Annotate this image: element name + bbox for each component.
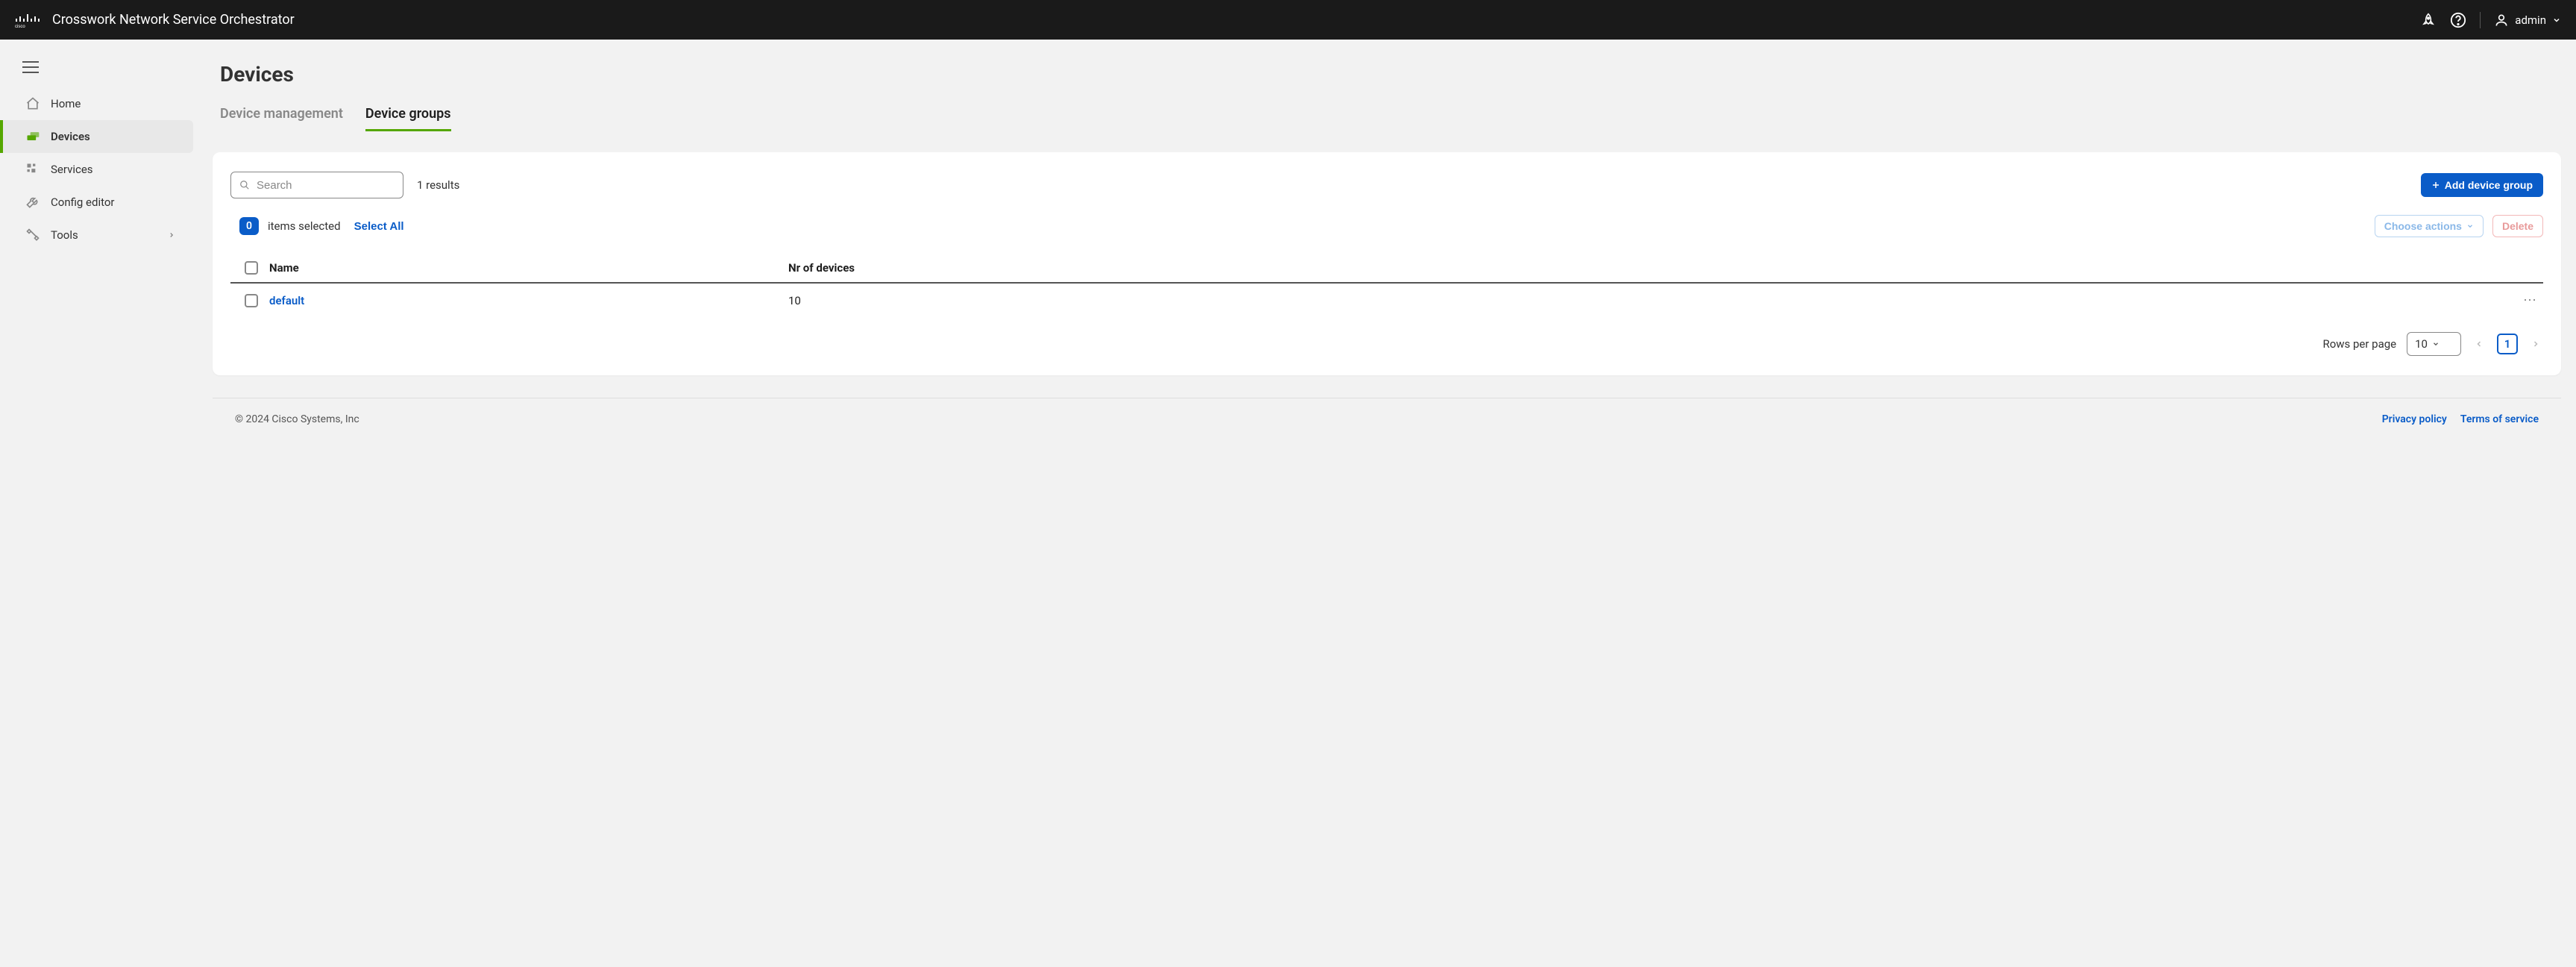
sidebar-item-home[interactable]: Home bbox=[0, 87, 198, 120]
sidebar-item-label: Services bbox=[51, 163, 93, 176]
group-name-link[interactable]: default bbox=[269, 294, 304, 307]
tab-device-groups[interactable]: Device groups bbox=[365, 106, 451, 131]
row-actions-menu[interactable]: ⋯ bbox=[2523, 292, 2537, 308]
selection-toolbar: 0 items selected Select All Choose actio… bbox=[230, 215, 2543, 237]
table-row: default 10 ⋯ bbox=[230, 284, 2543, 317]
user-icon bbox=[2494, 13, 2509, 28]
cisco-logo-icon: cisco bbox=[15, 12, 43, 28]
table-header: Name Nr of devices bbox=[230, 254, 2543, 284]
select-all-checkbox[interactable] bbox=[245, 261, 258, 275]
search-input[interactable] bbox=[230, 172, 403, 198]
pagination: Rows per page 10 1 bbox=[230, 332, 2543, 356]
privacy-policy-link[interactable]: Privacy policy bbox=[2382, 413, 2447, 425]
search-icon bbox=[239, 180, 250, 190]
user-menu[interactable]: admin bbox=[2494, 13, 2561, 28]
hamburger-button[interactable] bbox=[0, 54, 198, 87]
search-wrap bbox=[230, 172, 403, 198]
brand: cisco Crosswork Network Service Orchestr… bbox=[15, 12, 2420, 28]
tabs: Device management Device groups bbox=[198, 106, 2576, 131]
select-all-button[interactable]: Select All bbox=[350, 220, 409, 233]
devices-icon bbox=[25, 129, 40, 144]
prev-page-button[interactable] bbox=[2472, 337, 2487, 351]
sidebar-item-label: Devices bbox=[51, 130, 90, 143]
sidebar-item-tools[interactable]: Tools bbox=[0, 219, 198, 251]
search-toolbar: 1 results Add device group bbox=[230, 172, 2543, 198]
selected-count-badge: 0 bbox=[239, 217, 259, 235]
product-title: Crosswork Network Service Orchestrator bbox=[52, 12, 295, 28]
add-button-label: Add device group bbox=[2445, 179, 2533, 191]
page-number[interactable]: 1 bbox=[2497, 334, 2518, 354]
terms-of-service-link[interactable]: Terms of service bbox=[2460, 413, 2539, 425]
home-icon bbox=[25, 96, 40, 111]
chevron-down-icon bbox=[2552, 16, 2561, 25]
next-page-button[interactable] bbox=[2528, 337, 2543, 351]
choose-actions-label: Choose actions bbox=[2384, 220, 2462, 232]
rows-per-page-select[interactable]: 10 bbox=[2407, 332, 2461, 356]
footer: © 2024 Cisco Systems, Inc Privacy policy… bbox=[213, 398, 2561, 440]
sidebar: Home Devices Services Config editor Tool… bbox=[0, 40, 198, 967]
divider bbox=[2480, 12, 2481, 28]
nr-devices-value: 10 bbox=[788, 294, 2500, 307]
sidebar-item-devices[interactable]: Devices bbox=[0, 120, 193, 153]
topbar-actions: admin bbox=[2420, 12, 2561, 28]
sidebar-item-label: Config editor bbox=[51, 195, 115, 209]
results-count: 1 results bbox=[417, 178, 459, 192]
sidebar-item-label: Tools bbox=[51, 228, 78, 242]
chevron-down-icon bbox=[2466, 222, 2474, 230]
row-checkbox[interactable] bbox=[245, 294, 258, 307]
rocket-icon[interactable] bbox=[2420, 12, 2437, 28]
plus-icon bbox=[2431, 181, 2440, 190]
user-name: admin bbox=[2515, 13, 2546, 27]
wrench-icon bbox=[25, 195, 40, 210]
add-device-group-button[interactable]: Add device group bbox=[2421, 173, 2543, 197]
device-groups-table: Name Nr of devices default 10 ⋯ bbox=[230, 254, 2543, 317]
tools-icon bbox=[25, 228, 40, 242]
delete-button[interactable]: Delete bbox=[2492, 215, 2543, 237]
sidebar-item-config-editor[interactable]: Config editor bbox=[0, 186, 198, 219]
rpp-value: 10 bbox=[2415, 337, 2428, 351]
copyright: © 2024 Cisco Systems, Inc bbox=[235, 413, 359, 425]
svg-text:cisco: cisco bbox=[15, 25, 25, 28]
chevron-down-icon bbox=[2432, 340, 2440, 348]
column-name[interactable]: Name bbox=[266, 261, 788, 275]
items-selected-label: items selected bbox=[268, 219, 341, 233]
sidebar-item-label: Home bbox=[51, 97, 81, 110]
sidebar-item-services[interactable]: Services bbox=[0, 153, 198, 186]
help-icon[interactable] bbox=[2450, 12, 2466, 28]
choose-actions-button[interactable]: Choose actions bbox=[2375, 215, 2484, 237]
topbar: cisco Crosswork Network Service Orchestr… bbox=[0, 0, 2576, 40]
rows-per-page-label: Rows per page bbox=[2322, 337, 2396, 351]
services-icon bbox=[25, 162, 40, 177]
page-title: Devices bbox=[198, 62, 2576, 106]
chevron-right-icon bbox=[168, 231, 175, 239]
content-card: 1 results Add device group 0 items selec… bbox=[213, 152, 2561, 375]
tab-device-management[interactable]: Device management bbox=[220, 106, 343, 131]
main-content: Devices Device management Device groups … bbox=[198, 40, 2576, 967]
column-nr-devices[interactable]: Nr of devices bbox=[788, 261, 2500, 275]
